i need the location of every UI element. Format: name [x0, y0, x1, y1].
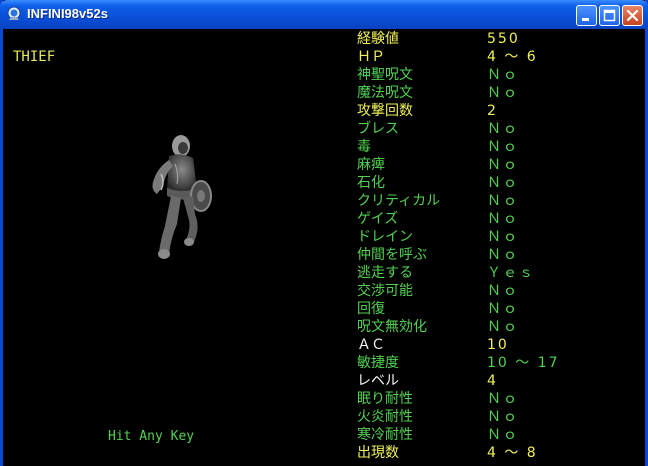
stat-label: クリティカル [357, 193, 441, 209]
monster-class-name: THIEF [13, 49, 56, 65]
stat-row: 敏捷度 10 ～ 17 [357, 354, 637, 372]
stat-value: Ｎｏ [487, 193, 519, 209]
stat-label: 火炎耐性 [357, 409, 413, 425]
stat-value: Ｎｏ [487, 391, 519, 407]
stat-label: 仲間を呼ぶ [357, 247, 427, 263]
stat-row: レベル 4 [357, 372, 637, 390]
stat-row: 麻痺 Ｎｏ [357, 156, 637, 174]
stat-row: 石化 Ｎｏ [357, 174, 637, 192]
stat-label: レベル [357, 373, 399, 389]
stat-label: ドレイン [357, 229, 413, 245]
stat-value: Ｎｏ [487, 211, 519, 227]
stat-label: ゲイズ [357, 211, 399, 227]
stat-value: Ｎｏ [487, 85, 519, 101]
stat-label: 敏捷度 [357, 355, 399, 371]
monster-stats-list: 経験値 550 ＨＰ 4 ～ 6 神聖呪文 Ｎｏ 魔法呪文 Ｎｏ 攻撃回数 2 ブレス Ｎｏ 毒 Ｎｏ 麻痺… [357, 30, 637, 462]
stat-label: 寒冷耐性 [357, 427, 413, 443]
stat-value: Ｎｏ [487, 409, 519, 425]
stat-row: 毒 Ｎｏ [357, 138, 637, 156]
maximize-button[interactable] [599, 5, 620, 26]
stat-value: 4 ～ 8 [487, 445, 538, 461]
stat-label: ブレス [357, 121, 399, 137]
stat-label: 石化 [357, 175, 385, 191]
close-icon [626, 9, 639, 22]
stat-row: ドレイン Ｎｏ [357, 228, 637, 246]
stat-row: 魔法呪文 Ｎｏ [357, 84, 637, 102]
stat-row: 交渉可能 Ｎｏ [357, 282, 637, 300]
stat-row: 呪文無効化 Ｎｏ [357, 318, 637, 336]
stat-value: 4 [487, 373, 498, 389]
stat-value: 550 [487, 31, 520, 47]
stat-row: 眠り耐性 Ｎｏ [357, 390, 637, 408]
stat-value: Ｎｏ [487, 67, 519, 83]
stat-value: Ｙｅｓ [487, 265, 535, 281]
title-bar[interactable]: INFINI98v52s [0, 0, 648, 29]
minimize-button[interactable] [576, 5, 597, 26]
stat-row: 火炎耐性 Ｎｏ [357, 408, 637, 426]
stat-value: 10 ～ 17 [487, 355, 560, 371]
stat-row: 攻撃回数 2 [357, 102, 637, 120]
stat-row: ＨＰ 4 ～ 6 [357, 48, 637, 66]
stat-value: 4 ～ 6 [487, 49, 538, 65]
stat-row: 経験値 550 [357, 30, 637, 48]
stat-row: ゲイズ Ｎｏ [357, 210, 637, 228]
stat-label: 呪文無効化 [357, 319, 427, 335]
stat-label: 交渉可能 [357, 283, 413, 299]
stat-value: Ｎｏ [487, 175, 519, 191]
game-window: INFINI98v52s THIEF Hit Any Key 経験値 550 Ｈ… [0, 0, 648, 466]
stat-label: 回復 [357, 301, 385, 317]
stat-value: 2 [487, 103, 498, 119]
stat-label: 神聖呪文 [357, 67, 413, 83]
stat-label: 出現数 [357, 445, 399, 461]
stat-label: 麻痺 [357, 157, 385, 173]
thief-monster-sprite [152, 135, 212, 259]
stat-row: 出現数 4 ～ 8 [357, 444, 637, 462]
stat-label: ＡＣ [357, 337, 385, 353]
stat-label: 逃走する [357, 265, 413, 281]
stat-label: 魔法呪文 [357, 85, 413, 101]
stat-row: クリティカル Ｎｏ [357, 192, 637, 210]
stat-value: Ｎｏ [487, 121, 519, 137]
stat-value: Ｎｏ [487, 301, 519, 317]
maximize-icon [603, 9, 616, 22]
stat-label: 攻撃回数 [357, 103, 413, 119]
minimize-icon [582, 18, 589, 21]
stat-label: 眠り耐性 [357, 391, 413, 407]
stat-value: Ｎｏ [487, 319, 519, 335]
close-button[interactable] [622, 5, 643, 26]
stat-value: Ｎｏ [487, 139, 519, 155]
stat-row: 仲間を呼ぶ Ｎｏ [357, 246, 637, 264]
stat-row: 逃走する Ｙｅｓ [357, 264, 637, 282]
stat-label: 毒 [357, 139, 371, 155]
stat-label: ＨＰ [357, 49, 385, 65]
stat-row: 寒冷耐性 Ｎｏ [357, 426, 637, 444]
stat-value: Ｎｏ [487, 157, 519, 173]
stat-value: 10 [487, 337, 509, 353]
stat-row: 神聖呪文 Ｎｏ [357, 66, 637, 84]
window-title: INFINI98v52s [27, 6, 108, 21]
stat-row: ＡＣ 10 [357, 336, 637, 354]
globe-app-icon[interactable] [6, 6, 22, 22]
stat-value: Ｎｏ [487, 247, 519, 263]
stat-value: Ｎｏ [487, 283, 519, 299]
stat-row: 回復 Ｎｏ [357, 300, 637, 318]
stat-row: ブレス Ｎｏ [357, 120, 637, 138]
stat-value: Ｎｏ [487, 229, 519, 245]
game-screen[interactable]: THIEF Hit Any Key 経験値 550 ＨＰ 4 ～ 6 神聖呪文 … [3, 29, 645, 466]
hit-any-key-prompt: Hit Any Key [108, 429, 195, 444]
stat-label: 経験値 [357, 31, 399, 47]
stat-value: Ｎｏ [487, 427, 519, 443]
